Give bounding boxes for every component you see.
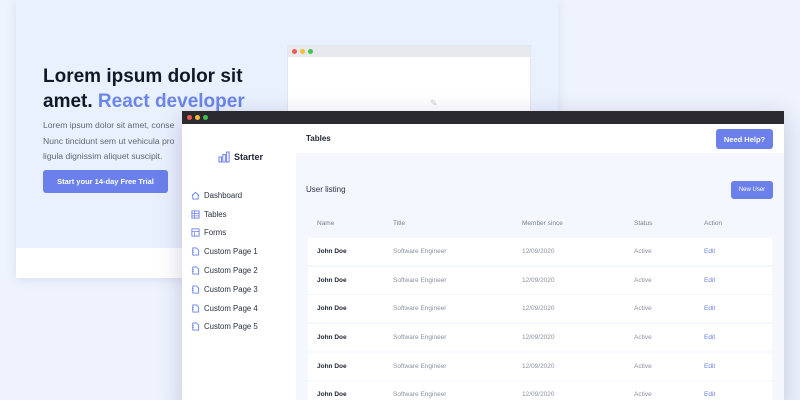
column-header-action: Action [704, 219, 723, 227]
cell-name: John Doe [317, 391, 347, 399]
table-row: John Doe Software Engineer 12/09/2020 Ac… [308, 238, 772, 265]
placeholder-icon: ✎ [430, 98, 438, 108]
cell-title: Software Engineer [393, 362, 447, 370]
table-row: John Doe Software Engineer 12/09/2020 Ac… [308, 352, 772, 380]
window-titlebar [182, 111, 784, 124]
need-help-button[interactable]: Need Help? [716, 129, 773, 149]
cell-status: Active [634, 362, 652, 370]
close-dot-icon[interactable] [187, 115, 192, 120]
cell-status: Active [634, 248, 652, 255]
sidebar-item-label: Custom Page 2 [204, 266, 258, 276]
sidebar-item-custom-page-4[interactable]: Custom Page 4 [191, 299, 258, 318]
free-trial-button[interactable]: Start your 14-day Free Trial [43, 170, 168, 193]
app-window: Starter Dashboard Tables Forms Custom Pa… [182, 111, 784, 400]
maximize-dot-icon [308, 49, 313, 54]
cell-member-since: 12/09/2020 [522, 248, 555, 255]
sidebar-item-tables[interactable]: Tables [191, 205, 258, 224]
edit-link[interactable]: Edit [704, 277, 764, 284]
new-user-button[interactable]: New User [731, 181, 773, 199]
edit-link[interactable]: Edit [704, 305, 764, 312]
cell-title: Software Engineer [393, 391, 447, 399]
home-icon [191, 191, 200, 200]
cell-name: John Doe [317, 334, 347, 342]
form-icon [191, 228, 200, 238]
sidebar-item-custom-page-3[interactable]: Custom Page 3 [191, 280, 258, 299]
cell-name: John Doe [317, 305, 347, 313]
cell-status: Active [634, 305, 652, 313]
table-icon [191, 210, 200, 219]
cell-member-since: 12/09/2020 [522, 391, 555, 399]
minimize-dot-icon [300, 49, 305, 54]
table-row: John Doe Software Engineer 12/09/2020 Ac… [308, 295, 772, 323]
cell-title: Software Engineer [393, 248, 447, 255]
edit-link[interactable]: Edit [704, 363, 764, 370]
cell-name: John Doe [317, 248, 347, 255]
cell-title: Software Engineer [393, 334, 447, 342]
cell-status: Active [634, 334, 652, 342]
maximize-dot-icon[interactable] [203, 115, 208, 120]
page-icon [191, 285, 200, 294]
sidebar-item-label: Forms [204, 228, 227, 238]
table-row: John Doe Software Engineer 12/09/2020 Ac… [308, 381, 772, 400]
sidebar-item-forms[interactable]: Forms [191, 224, 258, 243]
section-title: User listing [306, 185, 346, 194]
table-header: Name Title Member since Status Action [308, 208, 772, 238]
sidebar-nav: Dashboard Tables Forms Custom Page 1 Cus… [191, 186, 258, 336]
cell-member-since: 12/09/2020 [522, 362, 555, 370]
hero-title: Lorem ipsum dolor sit amet. React develo… [43, 64, 273, 114]
page-icon [191, 304, 200, 313]
table-row: John Doe Software Engineer 12/09/2020 Ac… [308, 266, 772, 294]
sidebar: Starter Dashboard Tables Forms Custom Pa… [182, 124, 296, 400]
column-header-title: Title [393, 219, 406, 227]
sidebar-item-custom-page-5[interactable]: Custom Page 5 [191, 318, 258, 337]
sidebar-item-label: Dashboard [204, 190, 243, 200]
sidebar-item-custom-page-2[interactable]: Custom Page 2 [191, 261, 258, 280]
sidebar-item-custom-page-1[interactable]: Custom Page 1 [191, 242, 258, 261]
close-dot-icon [292, 49, 297, 54]
main-content: Tables Need Help? User listing New User … [296, 124, 784, 400]
cell-title: Software Engineer [393, 305, 447, 313]
sidebar-item-label: Custom Page 1 [204, 247, 258, 257]
cell-member-since: 12/09/2020 [522, 276, 555, 284]
page-icon [191, 266, 200, 275]
cell-name: John Doe [317, 362, 347, 370]
cell-name: John Doe [317, 276, 347, 284]
page-icon [191, 247, 200, 256]
cell-title: Software Engineer [393, 276, 447, 284]
column-header-name: Name [317, 219, 335, 227]
cell-status: Active [634, 276, 652, 284]
table-row: John Doe Software Engineer 12/09/2020 Ac… [308, 324, 772, 352]
preview-titlebar [288, 46, 530, 57]
sidebar-item-dashboard[interactable]: Dashboard [191, 186, 258, 205]
sidebar-item-label: Tables [204, 209, 227, 219]
cell-member-since: 12/09/2020 [522, 334, 555, 342]
user-table: Name Title Member since Status Action Jo… [308, 208, 772, 400]
hero-title-accent: React developer [97, 91, 245, 112]
edit-link[interactable]: Edit [704, 391, 764, 398]
column-header-status: Status [634, 219, 653, 227]
minimize-dot-icon[interactable] [195, 115, 200, 120]
sidebar-item-label: Custom Page 4 [204, 303, 258, 313]
topbar: Tables Need Help? [296, 124, 784, 153]
brand[interactable]: Starter [218, 151, 263, 163]
bar-chart-logo-icon [218, 151, 230, 163]
page-title: Tables [306, 134, 331, 143]
sidebar-item-label: Custom Page 3 [204, 284, 258, 294]
brand-name: Starter [234, 152, 264, 162]
cell-status: Active [634, 391, 652, 399]
edit-link[interactable]: Edit [704, 248, 764, 255]
sidebar-item-label: Custom Page 5 [204, 322, 258, 332]
edit-link[interactable]: Edit [704, 334, 764, 341]
column-header-member-since: Member since [522, 219, 563, 227]
page-icon [191, 322, 200, 332]
cell-member-since: 12/09/2020 [522, 305, 555, 313]
